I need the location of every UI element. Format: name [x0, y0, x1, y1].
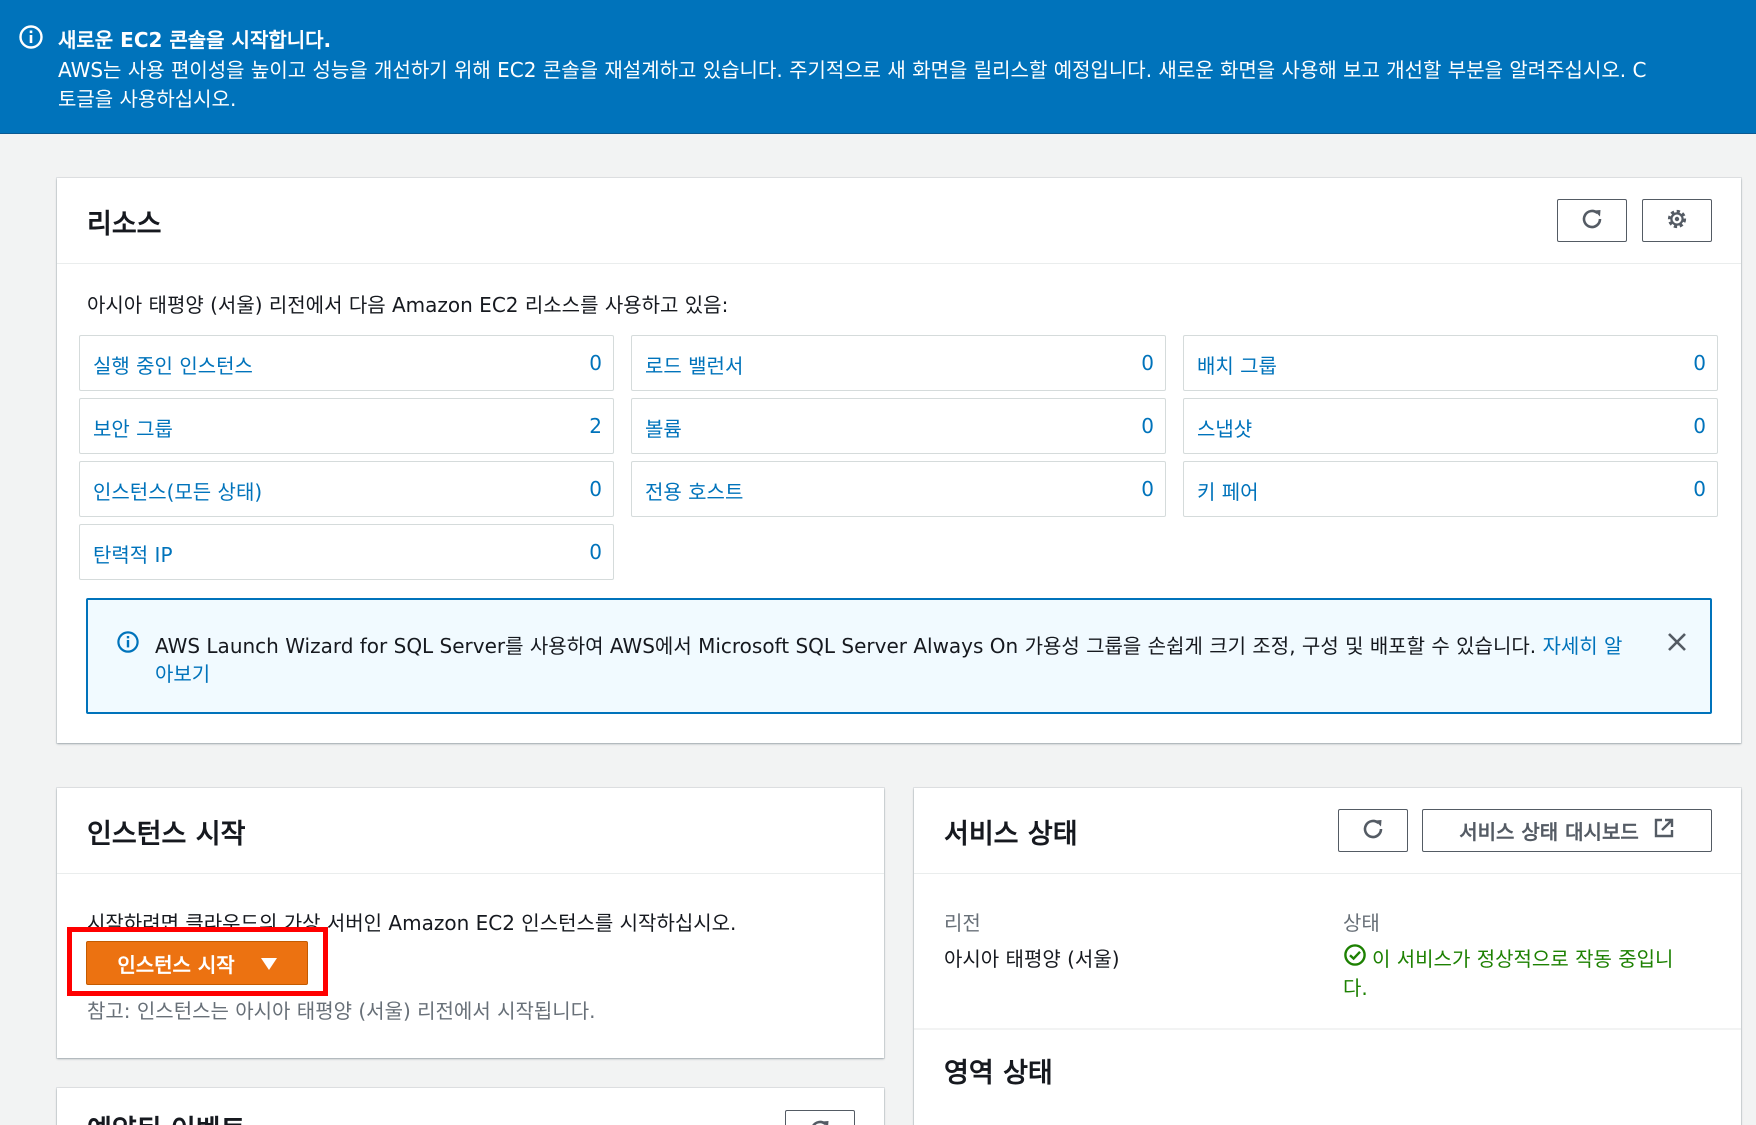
- zone-status-title: 영역 상태: [944, 1058, 1053, 1089]
- service-health-header: 서비스 상태 서비스 상태 대시보드: [914, 788, 1741, 874]
- refresh-health-button[interactable]: [1338, 809, 1408, 852]
- resource-count: 0: [589, 351, 602, 375]
- highlight-box: [67, 927, 328, 996]
- resource-tile-placement-groups[interactable]: 배치 그룹 0: [1183, 335, 1718, 391]
- resource-count: 0: [589, 540, 602, 564]
- refresh-icon: [1360, 816, 1386, 846]
- resource-label: 탄력적 IP: [93, 543, 173, 567]
- scheduled-events-panel: 예약된 이벤트: [57, 1088, 884, 1125]
- external-link-icon: [1653, 817, 1675, 844]
- resource-tile-key-pairs[interactable]: 키 페어 0: [1183, 461, 1718, 517]
- resource-count: 0: [1693, 477, 1706, 501]
- resource-label: 보안 그룹: [93, 417, 173, 441]
- resource-tile-dedicated-hosts[interactable]: 전용 호스트 0: [631, 461, 1166, 517]
- learn-more-link-cont[interactable]: 아보기: [155, 658, 210, 687]
- region-value: 아시아 태평양 (서울): [944, 947, 1120, 971]
- resource-count: 0: [1693, 351, 1706, 375]
- status-value-line2: 다.: [1343, 976, 1368, 1000]
- section-divider: [914, 1028, 1741, 1030]
- resource-tile-all-instances[interactable]: 인스턴스(모든 상태) 0: [79, 461, 614, 517]
- console-notice-banner: 새로운 EC2 콘솔을 시작합니다. AWS는 사용 편이성을 높이고 성능을 …: [0, 0, 1756, 134]
- close-alert-icon[interactable]: [1665, 630, 1689, 658]
- resource-count: 0: [1141, 477, 1154, 501]
- scheduled-events-title: 예약된 이벤트: [87, 1108, 245, 1125]
- region-header: 리전: [944, 911, 981, 935]
- resource-count: 0: [1141, 351, 1154, 375]
- service-health-dashboard-button[interactable]: 서비스 상태 대시보드: [1422, 809, 1712, 852]
- resource-label: 인스턴스(모든 상태): [93, 480, 263, 504]
- resources-title: 리소스: [87, 209, 162, 240]
- banner-text-line1: AWS는 사용 편이성을 높이고 성능을 개선하기 위해 EC2 콘솔을 재설계…: [58, 58, 1647, 82]
- resource-count: 0: [589, 477, 602, 501]
- info-icon: [18, 24, 44, 54]
- launch-title: 인스턴스 시작: [87, 819, 246, 850]
- resources-settings-button[interactable]: [1642, 199, 1712, 242]
- banner-title: 새로운 EC2 콘솔을 시작합니다.: [58, 28, 332, 52]
- banner-text-line2: 토글을 사용하십시오.: [58, 87, 237, 111]
- resource-tile-load-balancers[interactable]: 로드 밸런서 0: [631, 335, 1166, 391]
- alert-text: AWS Launch Wizard for SQL Server를 사용하여 A…: [155, 634, 1537, 658]
- service-health-title: 서비스 상태: [944, 819, 1078, 850]
- dashboard-button-label: 서비스 상태 대시보드: [1459, 820, 1639, 844]
- refresh-icon: [807, 1117, 833, 1125]
- learn-more-link[interactable]: 자세히 알: [1542, 634, 1622, 658]
- resources-intro: 아시아 태평양 (서울) 리전에서 다음 Amazon EC2 리소스를 사용하…: [87, 293, 729, 317]
- resources-header: 리소스: [57, 178, 1741, 264]
- status-value-line1: 이 서비스가 정상적으로 작동 중입니: [1343, 943, 1673, 972]
- check-circle-icon: [1343, 943, 1367, 972]
- launch-wizard-alert: AWS Launch Wizard for SQL Server를 사용하여 A…: [86, 598, 1712, 714]
- resource-tile-running-instances[interactable]: 실행 중인 인스턴스 0: [79, 335, 614, 391]
- resource-label: 스냅샷: [1197, 417, 1253, 441]
- launch-note: 참고: 인스턴스는 아시아 태평양 (서울) 리전에서 시작됩니다.: [87, 999, 596, 1023]
- resource-tile-volumes[interactable]: 볼륨 0: [631, 398, 1166, 454]
- status-header: 상태: [1343, 911, 1380, 935]
- resource-label: 키 페어: [1197, 480, 1259, 504]
- resource-label: 실행 중인 인스턴스: [93, 354, 253, 378]
- resource-label: 볼륨: [645, 417, 682, 441]
- resource-label: 배치 그룹: [1197, 354, 1277, 378]
- resource-count: 2: [589, 414, 602, 438]
- resource-tile-security-groups[interactable]: 보안 그룹 2: [79, 398, 614, 454]
- resource-count: 0: [1693, 414, 1706, 438]
- gear-icon: [1664, 206, 1690, 236]
- launch-header: 인스턴스 시작: [57, 788, 884, 874]
- refresh-events-button[interactable]: [785, 1110, 855, 1125]
- resource-label: 로드 밸런서: [645, 354, 744, 378]
- alert-text-line1: AWS Launch Wizard for SQL Server를 사용하여 A…: [155, 630, 1622, 659]
- resource-label: 전용 호스트: [645, 480, 744, 504]
- refresh-resources-button[interactable]: [1557, 199, 1627, 242]
- info-icon: [116, 630, 140, 658]
- resource-tile-snapshots[interactable]: 스냅샷 0: [1183, 398, 1718, 454]
- status-text: 이 서비스가 정상적으로 작동 중입니: [1372, 947, 1674, 971]
- resource-tile-elastic-ips[interactable]: 탄력적 IP 0: [79, 524, 614, 580]
- refresh-icon: [1579, 206, 1605, 236]
- resource-count: 0: [1141, 414, 1154, 438]
